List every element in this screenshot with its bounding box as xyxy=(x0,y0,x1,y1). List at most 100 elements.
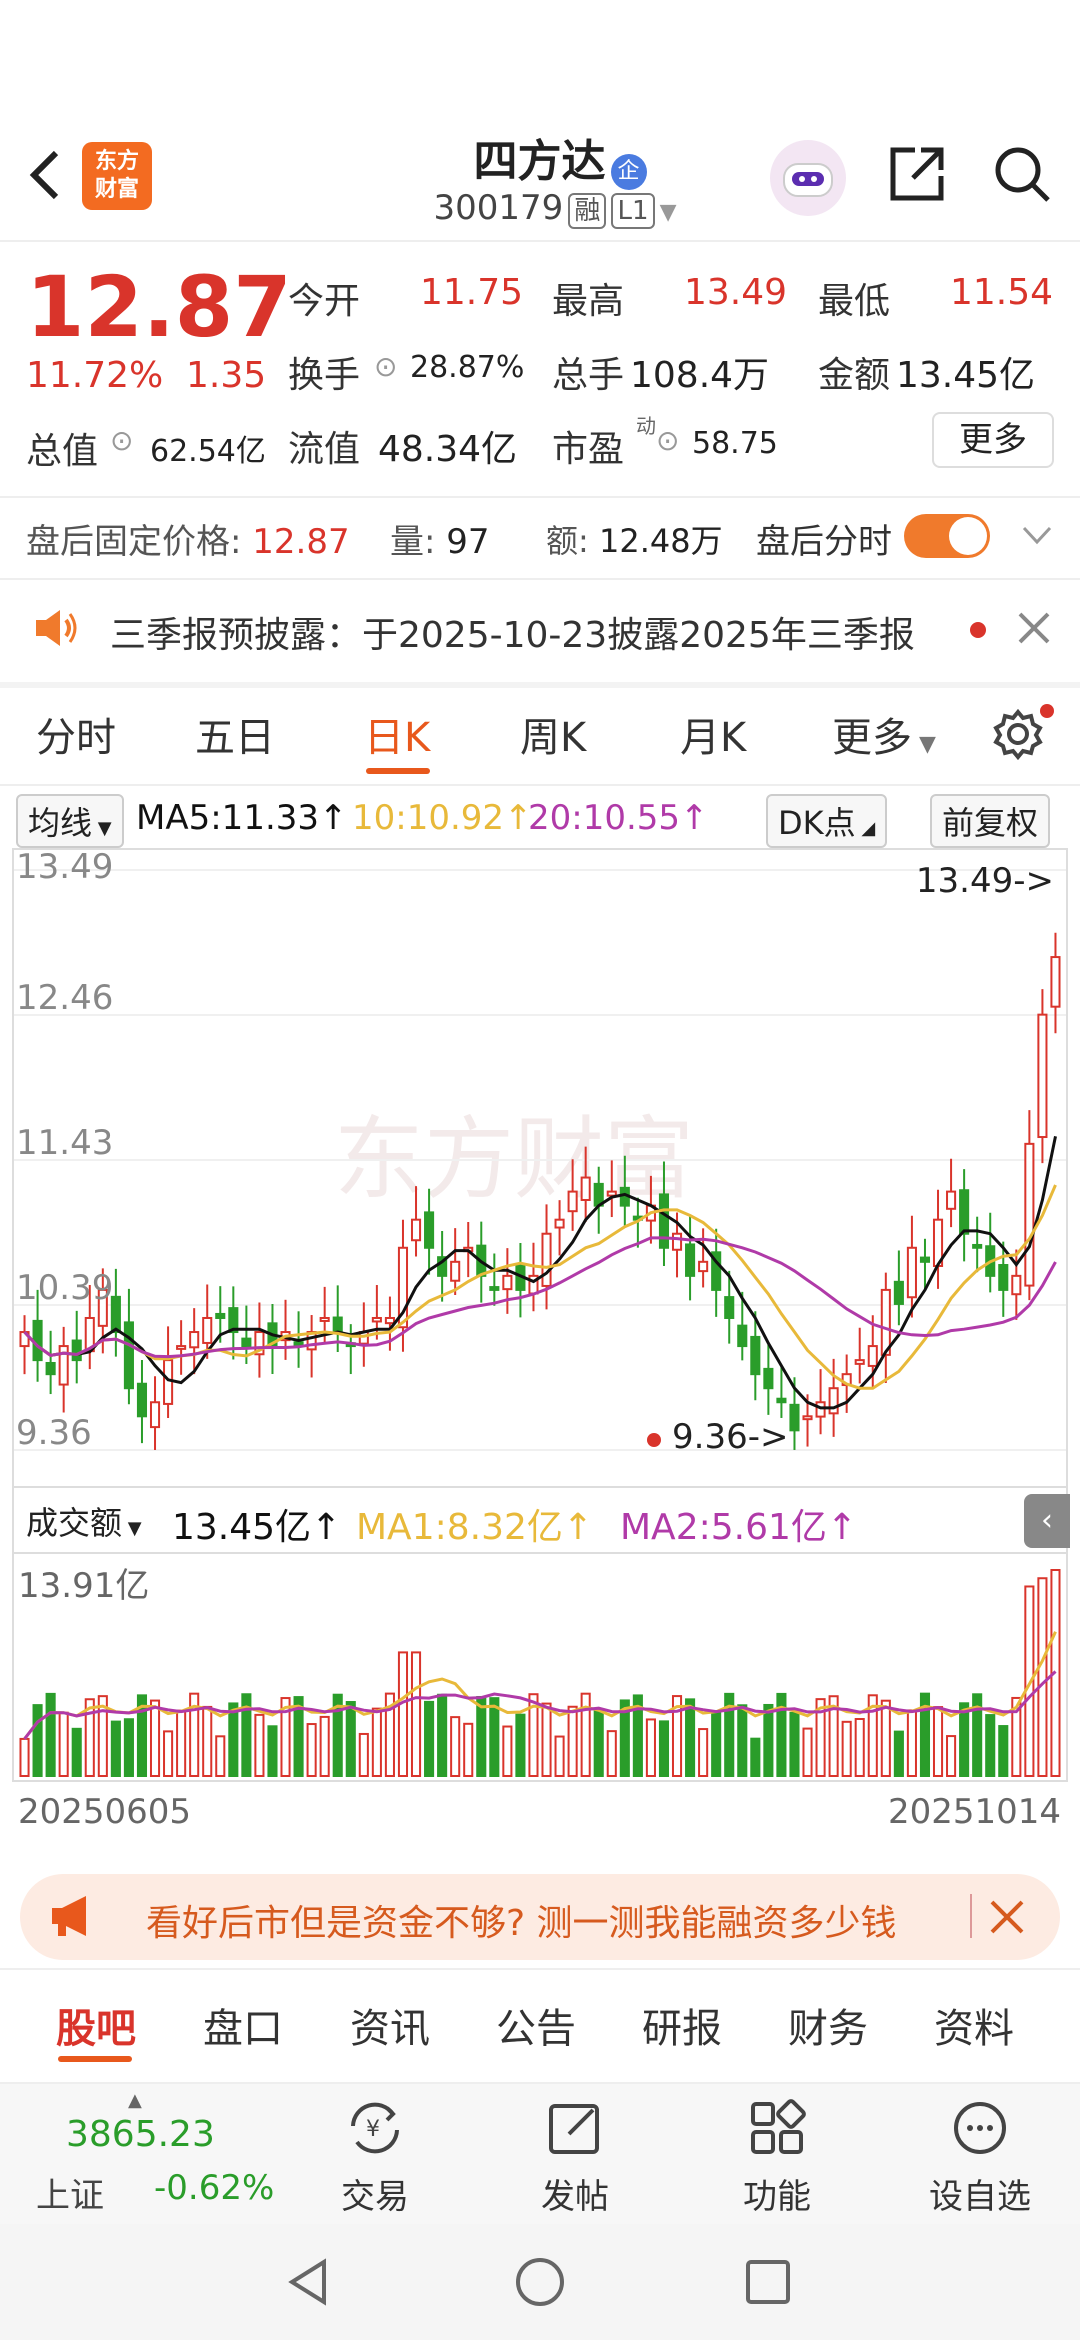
tab-forum[interactable]: 股吧 xyxy=(56,1996,136,2054)
volume-bar xyxy=(802,1727,813,1777)
tab-news[interactable]: 资讯 xyxy=(350,1996,430,2054)
volume-bar xyxy=(345,1701,356,1777)
collapse-panel-button[interactable]: ‹ xyxy=(1024,1494,1070,1548)
volume-bar xyxy=(463,1722,474,1777)
notice-text[interactable]: 三季报预披露：于2025-10-23披露2025年三季报 xyxy=(110,606,915,658)
ma-select[interactable]: 均线 ▼ xyxy=(16,794,124,848)
volume-bar xyxy=(123,1718,134,1777)
y-axis-label: 10.39 xyxy=(16,1268,113,1308)
kline-chart[interactable]: 东方财富 13.49-> 9.36-> 13.49 12.46 11.43 10.39 9… xyxy=(12,848,1068,1488)
after-hours-amount: 额: 12.48万 xyxy=(546,522,723,560)
close-icon[interactable] xyxy=(1016,610,1052,650)
tab-announcements[interactable]: 公告 xyxy=(496,1996,576,2054)
chevron-down-icon[interactable] xyxy=(1020,520,1054,554)
candle-body xyxy=(489,1286,500,1291)
volume-bar xyxy=(149,1699,161,1777)
dk-point-button[interactable]: DK点 ◢ xyxy=(766,794,888,848)
after-hours-volume: 量: 97 xyxy=(390,522,490,562)
volume-svg xyxy=(19,1569,1061,1778)
tab-monthly-k[interactable]: 月K xyxy=(680,705,746,763)
adjust-button[interactable]: 前复权 xyxy=(930,794,1051,848)
volume-select[interactable]: 成交额 ▼ xyxy=(16,1496,152,1546)
volume-bar xyxy=(763,1703,774,1778)
info-icon[interactable]: ⊙ xyxy=(656,424,679,457)
candle-body xyxy=(45,1361,56,1376)
volume-bar xyxy=(946,1735,957,1778)
info-icon[interactable]: ⊙ xyxy=(374,350,397,383)
volume-bar xyxy=(789,1711,800,1777)
volume-bar xyxy=(959,1702,970,1777)
volume-bar xyxy=(893,1730,904,1777)
max-price-marker: 13.49-> xyxy=(916,861,1054,901)
volume-bar xyxy=(19,1737,30,1777)
nav-home-icon[interactable] xyxy=(512,2254,568,2314)
more-button[interactable]: 更多 xyxy=(932,412,1054,468)
tab-research[interactable]: 研报 xyxy=(642,1996,722,2054)
date-start: 20250605 xyxy=(18,1792,192,1832)
candle-body xyxy=(946,1190,957,1210)
back-icon[interactable] xyxy=(20,145,70,205)
ad-text[interactable]: 看好后市但是资金不够? 测一测我能融资多少钱 xyxy=(146,1894,961,1946)
ma20-label: 20:10.55↑ xyxy=(528,798,709,838)
info-icon[interactable]: ⊙ xyxy=(110,424,133,457)
after-hours-toggle[interactable] xyxy=(904,514,990,558)
ma5-label: MA5:11.33↑ xyxy=(136,798,348,838)
tab-financials[interactable]: 财务 xyxy=(788,1996,868,2054)
volume-bar xyxy=(502,1725,513,1777)
forum-underline xyxy=(58,2056,132,2062)
candle-body xyxy=(136,1382,148,1418)
nav-back-icon[interactable] xyxy=(280,2254,336,2314)
megaphone-icon xyxy=(44,1888,100,1948)
tab-orderbook[interactable]: 盘口 xyxy=(203,1996,283,2054)
tab-profile[interactable]: 资料 xyxy=(934,1996,1014,2054)
volume-bar xyxy=(593,1709,604,1777)
settings-gear-icon[interactable] xyxy=(990,706,1046,766)
after-hours-row: 盘后固定价格: 12.87 xyxy=(26,514,350,563)
candle-body xyxy=(32,1319,43,1362)
function-button[interactable]: 功能 xyxy=(732,2096,822,2218)
index-value[interactable]: 3865.23 xyxy=(66,2114,215,2155)
pe-value: 58.75 xyxy=(692,426,778,461)
expand-up-icon[interactable]: ▲ xyxy=(128,2090,142,2111)
candle-body xyxy=(189,1331,200,1349)
candle-body xyxy=(71,1339,82,1362)
candle-body xyxy=(541,1232,552,1287)
tab-more[interactable]: 更多 ▼ xyxy=(832,705,936,763)
post-button[interactable]: 发帖 xyxy=(530,2096,620,2218)
low-value: 11.54 xyxy=(950,272,1054,313)
float-label: 流值 xyxy=(288,429,361,470)
add-watchlist-button[interactable]: 设自选 xyxy=(920,2096,1040,2218)
red-dot-icon xyxy=(970,622,986,638)
tab-underline xyxy=(366,768,430,774)
volume-bar xyxy=(32,1704,43,1777)
search-icon[interactable] xyxy=(990,142,1054,206)
candle-body xyxy=(802,1415,813,1421)
tab-intraday[interactable]: 分时 xyxy=(36,705,116,763)
volume-bar xyxy=(658,1720,670,1777)
candle-body xyxy=(972,1243,983,1249)
tab-five-day[interactable]: 五日 xyxy=(195,705,275,763)
trade-button[interactable]: ¥ 交易 xyxy=(330,2096,420,2218)
tab-daily-k[interactable]: 日K xyxy=(364,705,430,763)
volume-bar xyxy=(750,1737,761,1777)
share-icon[interactable] xyxy=(885,142,949,206)
candle-body xyxy=(919,1256,931,1263)
candle-body xyxy=(123,1321,134,1390)
more-dots-icon xyxy=(954,2102,1006,2154)
amount-label: 金额 xyxy=(818,355,891,396)
ad-close-icon[interactable] xyxy=(988,1898,1026,1940)
candle-body xyxy=(815,1401,826,1418)
amount-value: 13.45亿 xyxy=(896,355,1036,396)
y-axis-label: 12.46 xyxy=(16,978,113,1018)
change-amount: 1.35 xyxy=(186,355,267,396)
robot-avatar-icon[interactable] xyxy=(770,140,846,216)
svg-text:¥: ¥ xyxy=(366,2117,380,2142)
volume-bar xyxy=(985,1714,996,1778)
tab-weekly-k[interactable]: 周K xyxy=(520,705,586,763)
volume-bar xyxy=(254,1713,265,1778)
candle-body xyxy=(215,1312,226,1319)
nav-recents-icon[interactable] xyxy=(742,2256,794,2312)
y-axis-label: 11.43 xyxy=(16,1123,113,1163)
volume-chart[interactable]: 13.91亿 xyxy=(12,1552,1068,1782)
stock-code-row[interactable]: 300179 融 L1 ▼ xyxy=(410,188,700,229)
